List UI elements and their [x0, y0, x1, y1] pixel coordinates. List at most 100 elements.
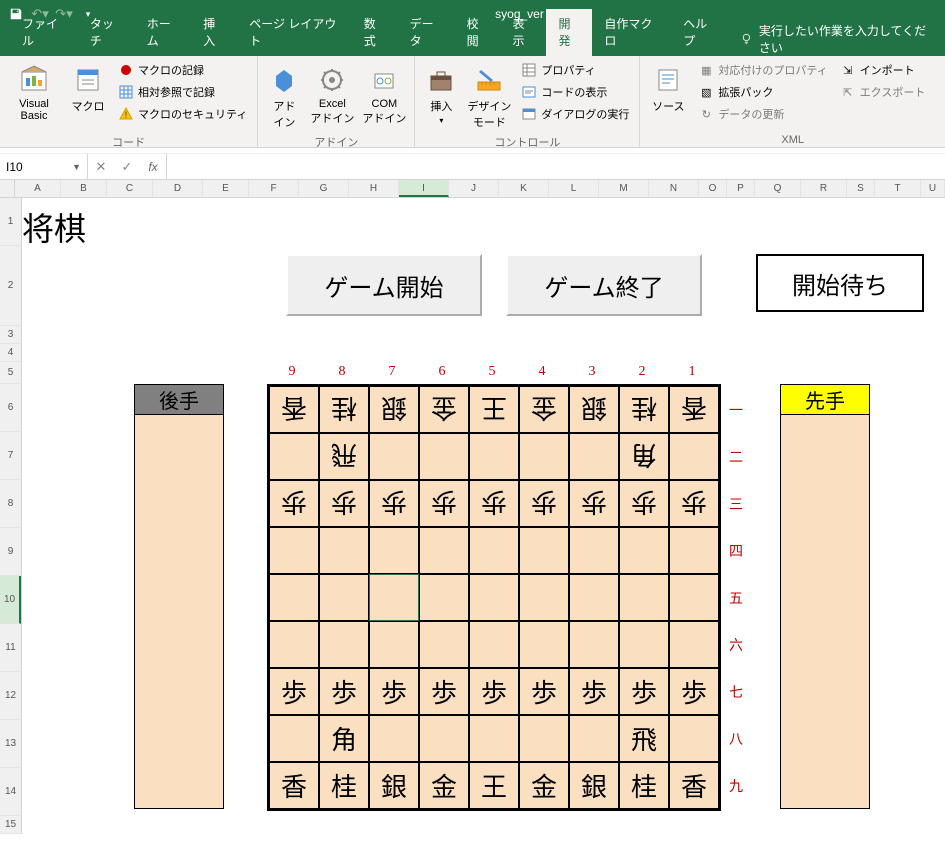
board-square[interactable] — [469, 715, 519, 762]
formula-input[interactable] — [167, 154, 945, 179]
board-square[interactable] — [569, 527, 619, 574]
col-header-I[interactable]: I — [399, 180, 449, 197]
board-square[interactable]: 香 — [669, 762, 719, 809]
chevron-down-icon[interactable]: ▼ — [72, 162, 81, 172]
board-square[interactable] — [469, 527, 519, 574]
board-square[interactable] — [469, 574, 519, 621]
name-box[interactable]: I10▼ — [0, 154, 88, 179]
row-header-11[interactable]: 11 — [0, 624, 21, 672]
board-square[interactable]: 王 — [469, 762, 519, 809]
tab-custom-macro[interactable]: 自作マクロ — [592, 9, 671, 56]
col-header-Q[interactable]: Q — [755, 180, 801, 197]
board-square[interactable] — [269, 433, 319, 480]
board-square[interactable] — [369, 715, 419, 762]
board-square[interactable]: 飛 — [619, 715, 669, 762]
insert-control-button[interactable]: 挿入▾ — [421, 60, 461, 130]
board-square[interactable] — [419, 715, 469, 762]
board-square[interactable]: 香 — [669, 386, 719, 433]
col-header-C[interactable]: C — [107, 180, 153, 197]
excel-addins-button[interactable]: Excel アドイン — [308, 60, 356, 130]
row-header-12[interactable]: 12 — [0, 672, 21, 720]
board-square[interactable] — [469, 621, 519, 668]
board-square[interactable] — [319, 574, 369, 621]
col-header-L[interactable]: L — [549, 180, 599, 197]
row-header-5[interactable]: 5 — [0, 362, 21, 384]
fx-icon[interactable]: fx — [140, 160, 166, 174]
board-square[interactable] — [519, 433, 569, 480]
board-square[interactable] — [619, 574, 669, 621]
board-square[interactable]: 香 — [269, 762, 319, 809]
board-square[interactable] — [469, 433, 519, 480]
board-square[interactable]: 銀 — [569, 386, 619, 433]
board-square[interactable]: 金 — [519, 386, 569, 433]
board-square[interactable]: 歩 — [369, 668, 419, 715]
board-square[interactable] — [369, 433, 419, 480]
row-header-10[interactable]: 10 — [0, 576, 21, 624]
run-dialog-button[interactable]: ダイアログの実行 — [517, 104, 633, 124]
board-square[interactable] — [669, 715, 719, 762]
board-square[interactable]: 歩 — [269, 480, 319, 527]
undo-icon[interactable]: ↶▾ — [32, 6, 48, 22]
xml-source-button[interactable]: ソース — [646, 60, 690, 130]
tab-help[interactable]: ヘルプ — [671, 9, 728, 56]
tab-data[interactable]: データ — [398, 9, 455, 56]
board-square[interactable]: 歩 — [669, 480, 719, 527]
board-square[interactable] — [419, 433, 469, 480]
board-square[interactable] — [669, 621, 719, 668]
row-header-8[interactable]: 8 — [0, 480, 21, 528]
board-square[interactable]: 銀 — [369, 386, 419, 433]
board-square[interactable]: 歩 — [519, 480, 569, 527]
tab-insert[interactable]: 挿入 — [191, 9, 237, 56]
board-square[interactable]: 角 — [319, 715, 369, 762]
board-square[interactable] — [569, 715, 619, 762]
board-square[interactable] — [619, 527, 669, 574]
col-header-B[interactable]: B — [61, 180, 107, 197]
board-square[interactable]: 飛 — [319, 433, 369, 480]
col-header-T[interactable]: T — [875, 180, 921, 197]
expansion-pack-button[interactable]: ▧拡張パック — [694, 82, 831, 102]
board-square[interactable] — [269, 527, 319, 574]
board-square[interactable]: 桂 — [319, 386, 369, 433]
col-header-U[interactable]: U — [921, 180, 945, 197]
row-header-6[interactable]: 6 — [0, 384, 21, 432]
col-header-N[interactable]: N — [649, 180, 699, 197]
gote-pieces[interactable] — [135, 415, 223, 808]
row-header-4[interactable]: 4 — [0, 344, 21, 362]
col-header-E[interactable]: E — [203, 180, 249, 197]
col-header-O[interactable]: O — [699, 180, 727, 197]
row-header-14[interactable]: 14 — [0, 768, 21, 816]
board-square[interactable] — [269, 715, 319, 762]
row-header-9[interactable]: 9 — [0, 528, 21, 576]
board-square[interactable] — [319, 621, 369, 668]
board-square[interactable] — [669, 574, 719, 621]
accept-formula-button[interactable]: ✓ — [114, 159, 140, 175]
board-square[interactable] — [319, 527, 369, 574]
board-square[interactable] — [369, 574, 419, 621]
col-header-A[interactable]: A — [15, 180, 61, 197]
board-square[interactable]: 歩 — [369, 480, 419, 527]
board-square[interactable]: 桂 — [619, 386, 669, 433]
row-header-7[interactable]: 7 — [0, 432, 21, 480]
board-square[interactable]: 香 — [269, 386, 319, 433]
board-square[interactable] — [419, 574, 469, 621]
cancel-formula-button[interactable]: ✕ — [88, 159, 114, 175]
board-square[interactable] — [519, 621, 569, 668]
board-square[interactable]: 王 — [469, 386, 519, 433]
board-square[interactable]: 角 — [619, 433, 669, 480]
select-all-corner[interactable] — [0, 180, 15, 197]
board-square[interactable] — [569, 621, 619, 668]
row-header-13[interactable]: 13 — [0, 720, 21, 768]
tell-me[interactable]: 実行したい作業を入力してください — [728, 22, 945, 56]
row-header-3[interactable]: 3 — [0, 326, 21, 344]
grid-area[interactable]: 将棋 ゲーム開始 ゲーム終了 開始待ち 987654321 一二三四五六七八九 … — [22, 198, 945, 834]
board-square[interactable]: 銀 — [369, 762, 419, 809]
board-square[interactable]: 桂 — [619, 762, 669, 809]
tab-layout[interactable]: ページ レイアウト — [237, 9, 352, 56]
board-square[interactable]: 歩 — [469, 480, 519, 527]
board-square[interactable]: 歩 — [669, 668, 719, 715]
tab-developer[interactable]: 開発 — [546, 9, 592, 56]
board-square[interactable]: 金 — [419, 386, 469, 433]
visual-basic-button[interactable]: Visual Basic — [6, 60, 62, 130]
addins-button[interactable]: アド イン — [264, 60, 304, 130]
tab-touch[interactable]: タッチ — [78, 9, 135, 56]
